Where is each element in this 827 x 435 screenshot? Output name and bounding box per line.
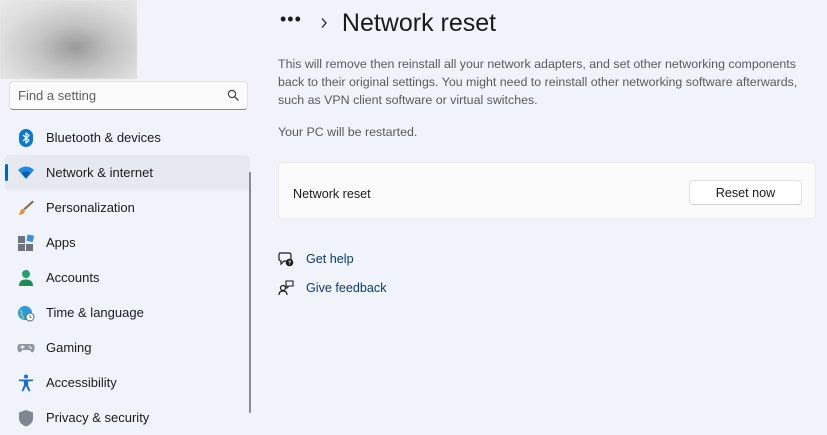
sidebar-item-label: Time & language (46, 305, 144, 320)
active-indicator (5, 164, 8, 181)
page-description: This will remove then reinstall all your… (278, 57, 798, 107)
restart-note: Your PC will be restarted. (278, 125, 418, 139)
sidebar-nav: Bluetooth & devices Network & internet P… (0, 120, 252, 435)
gamepad-icon (17, 344, 35, 353)
network-reset-card: Network reset Reset now (278, 162, 816, 219)
reset-now-button[interactable]: Reset now (689, 180, 802, 205)
search-icon[interactable] (227, 89, 239, 101)
sidebar-item-label: Network & internet (46, 165, 153, 180)
sidebar-scrollbar[interactable] (249, 172, 251, 413)
sidebar-item-network-internet[interactable]: Network & internet (5, 155, 250, 190)
sidebar-item-personalization[interactable]: Personalization (5, 190, 250, 225)
sidebar-item-label: Accessibility (46, 375, 117, 390)
sidebar-item-accounts[interactable]: Accounts (5, 260, 250, 295)
globe-clock-icon (18, 306, 35, 322)
sidebar-item-bluetooth-devices[interactable]: Bluetooth & devices (5, 120, 250, 155)
sidebar-item-label: Apps (46, 235, 76, 250)
sidebar-item-gaming[interactable]: Gaming (5, 330, 250, 365)
person-icon (19, 270, 33, 286)
search-box[interactable] (9, 81, 248, 110)
give-feedback-label[interactable]: Give feedback (306, 281, 387, 295)
apps-icon (18, 234, 35, 251)
sidebar-item-label: Accounts (46, 270, 100, 285)
sidebar-item-label: Personalization (46, 200, 135, 215)
shield-icon (19, 410, 33, 427)
wifi-icon (18, 166, 34, 179)
feedback-icon (278, 280, 294, 296)
sidebar: Bluetooth & devices Network & internet P… (0, 0, 252, 427)
sidebar-item-privacy-security[interactable]: Privacy & security (5, 400, 250, 435)
accessibility-icon (19, 374, 33, 392)
page-title: Network reset (341, 8, 497, 37)
sidebar-item-time-language[interactable]: Time & language (5, 295, 250, 330)
search-input[interactable] (18, 82, 218, 109)
give-feedback-link[interactable]: Give feedback (278, 278, 387, 298)
get-help-link[interactable]: ? Get help (278, 249, 354, 269)
chevron-right-icon (321, 18, 327, 28)
sidebar-item-label: Privacy & security (46, 410, 150, 425)
profile-image (0, 0, 137, 79)
brush-icon (19, 200, 34, 215)
more-breadcrumbs-button[interactable]: ••• (280, 10, 302, 28)
main-content: ••• Network reset This will remove then … (252, 0, 827, 413)
get-help-label[interactable]: Get help (306, 252, 354, 266)
sidebar-item-accessibility[interactable]: Accessibility (5, 365, 250, 400)
bluetooth-icon (19, 129, 33, 147)
help-icon: ? (278, 252, 294, 267)
breadcrumb: ••• Network reset (280, 8, 496, 38)
sidebar-item-label: Bluetooth & devices (46, 130, 161, 145)
sidebar-item-apps[interactable]: Apps (5, 225, 250, 260)
network-reset-label: Network reset (293, 187, 371, 201)
sidebar-item-label: Gaming (46, 340, 92, 355)
